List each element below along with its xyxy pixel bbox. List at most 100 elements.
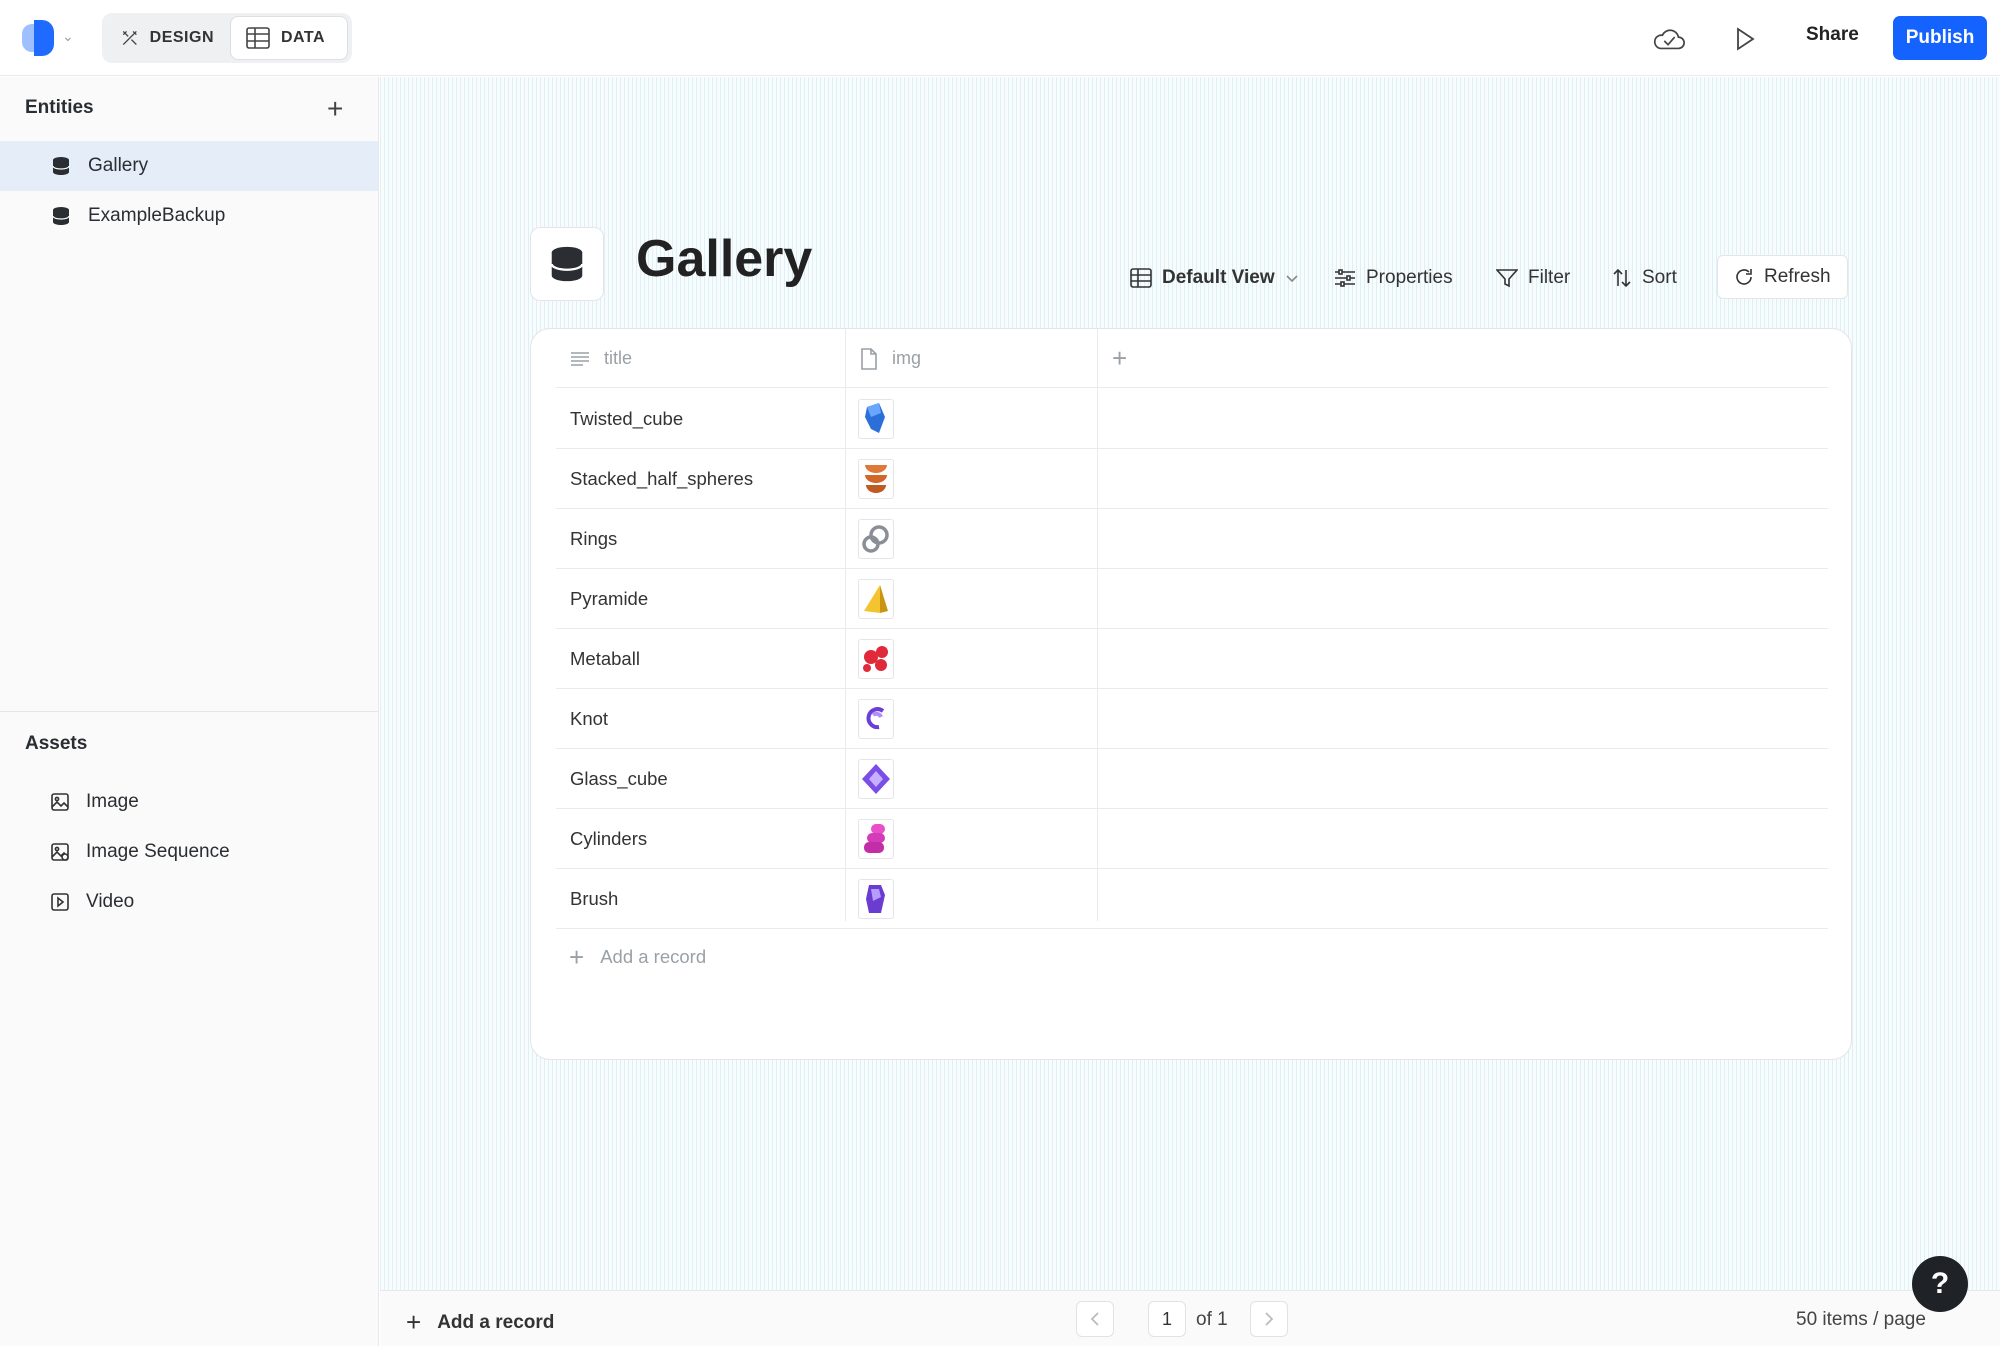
sidebar: Entities + Gallery ExampleBackup Assets … [0, 77, 379, 1346]
image-icon [51, 793, 69, 811]
sidebar-item-label: Image [86, 791, 139, 812]
cell-title: Glass_cube [570, 768, 668, 789]
image-thumbnail[interactable] [858, 459, 894, 499]
footer-add-record-button[interactable]: + Add a record [406, 1307, 554, 1338]
sidebar-item-image[interactable]: Image [0, 777, 378, 827]
sidebar-item-image-sequence[interactable]: Image Sequence [0, 827, 378, 877]
cell-title: Rings [570, 528, 618, 549]
image-thumbnail[interactable] [858, 759, 894, 799]
cell-title: Brush [570, 888, 619, 909]
brush-image [866, 885, 885, 913]
image-thumbnail[interactable] [858, 819, 894, 859]
image-thumbnail[interactable] [858, 879, 894, 919]
add-entity-button[interactable]: + [327, 95, 343, 123]
view-selector[interactable]: Default View [1130, 257, 1299, 299]
design-mode-button[interactable]: DESIGN [106, 16, 228, 60]
sort-button[interactable]: Sort [1612, 257, 1677, 299]
main-canvas: Gallery Default View Properties Filter S… [380, 77, 2000, 1346]
data-mode-label: DATA [281, 29, 326, 46]
table-row[interactable]: Glass_cube [556, 749, 1828, 809]
column-header-label: img [892, 348, 922, 368]
sidebar-item-gallery[interactable]: Gallery [0, 141, 378, 191]
chevron-down-icon[interactable]: ⌄ [62, 28, 74, 45]
filter-label: Filter [1528, 267, 1571, 288]
column-header-title[interactable]: title [556, 329, 632, 388]
twisted-cube-image [865, 403, 885, 433]
sliders-icon [1335, 269, 1355, 287]
column-header-img[interactable]: img [846, 329, 921, 388]
chevron-right-icon [1265, 1312, 1274, 1326]
view-label: Default View [1162, 267, 1275, 288]
assets-heading: Assets [25, 733, 88, 754]
table-row[interactable]: Cylinders [556, 809, 1828, 869]
cell-title: Cylinders [570, 828, 648, 849]
plus-icon: + [406, 1307, 422, 1337]
cylinders-image [864, 824, 885, 853]
refresh-icon [1736, 269, 1752, 285]
image-sequence-icon [51, 843, 69, 861]
data-table: title img + Twisted_cube Stacked_half_sp… [530, 328, 1852, 1060]
plus-icon: + [569, 941, 585, 972]
help-button[interactable]: ? [1912, 1256, 1968, 1312]
page-title: Gallery [636, 230, 813, 288]
chevron-down-icon [1286, 275, 1298, 283]
chevron-left-icon [1090, 1312, 1099, 1326]
stacked-spheres-image [865, 465, 887, 493]
refresh-label: Refresh [1764, 266, 1831, 287]
cell-title: Stacked_half_spheres [570, 468, 754, 489]
table-row[interactable]: Twisted_cube [556, 389, 1828, 449]
pagination-footer: + Add a record 1 of 1 50 items / page [380, 1290, 2000, 1346]
sidebar-item-examplebackup[interactable]: ExampleBackup [0, 191, 378, 241]
sidebar-item-label: Gallery [88, 155, 149, 176]
table-row[interactable]: Metaball [556, 629, 1828, 689]
rings-image [862, 525, 889, 553]
filter-icon [1496, 269, 1518, 288]
knot-image [866, 707, 885, 730]
table-row[interactable]: Knot [556, 689, 1828, 749]
share-button[interactable]: Share [1806, 24, 1859, 46]
column-header-label: title [604, 348, 633, 368]
sidebar-item-video[interactable]: Video [0, 877, 378, 927]
play-icon[interactable] [1728, 22, 1762, 56]
glass-cube-image [862, 764, 890, 794]
app-logo[interactable] [22, 20, 58, 56]
table-row[interactable]: Stacked_half_spheres [556, 449, 1828, 509]
add-column-button[interactable]: + [1098, 329, 1127, 388]
metaball-image [863, 646, 888, 672]
filter-button[interactable]: Filter [1496, 257, 1570, 299]
design-tools-icon [122, 30, 137, 46]
database-icon [550, 246, 584, 282]
entities-heading: Entities [25, 97, 94, 118]
data-mode-button[interactable]: DATA [230, 16, 348, 60]
table-icon [246, 27, 270, 49]
properties-label: Properties [1366, 267, 1453, 288]
video-icon [51, 893, 69, 911]
image-thumbnail[interactable] [858, 699, 894, 739]
add-record-label: Add a record [600, 946, 707, 967]
properties-button[interactable]: Properties [1334, 257, 1453, 299]
sidebar-divider [0, 711, 378, 712]
design-mode-label: DESIGN [149, 29, 214, 46]
page-number-input[interactable]: 1 [1148, 1301, 1186, 1337]
image-thumbnail[interactable] [858, 519, 894, 559]
image-thumbnail[interactable] [858, 399, 894, 439]
sidebar-item-label: Image Sequence [86, 841, 230, 862]
table-row[interactable]: Pyramide [556, 569, 1828, 629]
table-row[interactable]: Brush [556, 869, 1828, 929]
publish-button[interactable]: Publish [1893, 16, 1987, 60]
items-per-page-selector[interactable]: 50 items / page [1796, 1309, 1926, 1331]
image-thumbnail[interactable] [858, 579, 894, 619]
top-bar: ⌄ DESIGN DATA Share Publish [0, 0, 2000, 76]
database-icon [52, 157, 70, 175]
mode-switch: DESIGN DATA [102, 13, 352, 63]
cell-title: Pyramide [570, 588, 649, 609]
entity-icon-box [530, 227, 604, 301]
next-page-button[interactable] [1250, 1301, 1288, 1337]
cloud-check-icon[interactable] [1652, 22, 1686, 56]
add-record-row-button[interactable]: + Add a record [569, 932, 706, 982]
table-row[interactable]: Rings [556, 509, 1828, 569]
image-thumbnail[interactable] [858, 639, 894, 679]
refresh-button[interactable]: Refresh [1717, 255, 1848, 299]
previous-page-button[interactable] [1076, 1301, 1114, 1337]
file-icon [861, 347, 877, 370]
